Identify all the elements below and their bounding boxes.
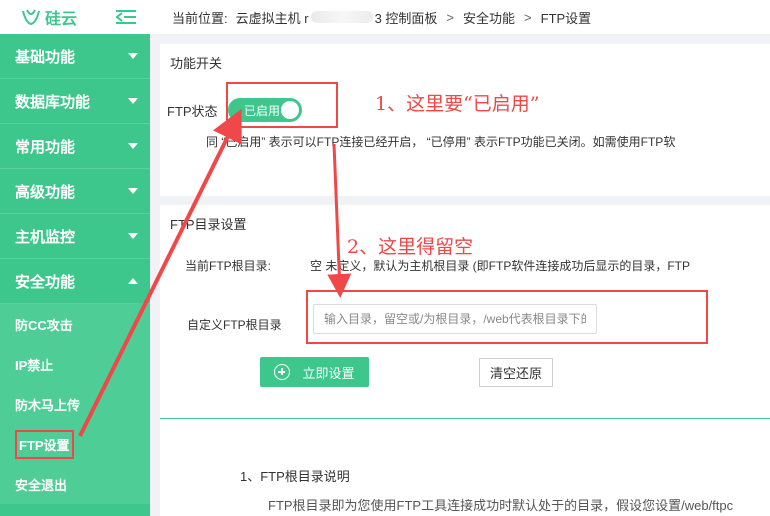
button-label: 清空还原 (489, 366, 542, 381)
submenu-item-label: IP禁止 (15, 357, 54, 373)
breadcrumb: 当前位置: 云虚拟主机 r 3 控制面板 > 安全功能 > FTP设置 (150, 0, 770, 34)
logo[interactable]: 硅云 (20, 5, 77, 29)
menu-item-label: 主机监控 (15, 228, 76, 246)
sidebar: 硅云 基础功能 数据库功能 常用功能 高级功能 主机监控 安全功能 防CC攻击 (0, 0, 150, 516)
menu-collapse-icon[interactable] (116, 9, 136, 25)
menu-item-label: 常用功能 (15, 138, 76, 156)
submenu-item-label: 防木马上传 (15, 397, 81, 413)
sidebar-header: 硅云 (0, 0, 150, 34)
submenu-item-label: 安全退出 (15, 477, 68, 493)
submenu-item-label: 防CC攻击 (15, 317, 73, 333)
breadcrumb-item-ftp: FTP设置 (540, 10, 592, 26)
menu-item-monitor[interactable]: 主机监控 (0, 214, 150, 259)
submenu-item-ftp-settings[interactable]: FTP设置 (0, 424, 150, 464)
ftp-root-value: 空 未定义，默认为主机根目录 (即FTP软件连接成功后显示的目录，FTP (310, 259, 690, 273)
menu-item-advanced[interactable]: 高级功能 (0, 169, 150, 214)
caret-down-icon (128, 188, 138, 194)
breadcrumb-item-host[interactable]: 云虚拟主机 r (236, 8, 309, 27)
menu-item-label: 基础功能 (15, 48, 76, 66)
caret-down-icon (128, 98, 138, 104)
breadcrumb-separator: > (446, 9, 455, 25)
caret-down-icon (128, 143, 138, 149)
ftp-status-label: FTP状态 (167, 104, 218, 119)
help-text: FTP根目录即为您使用FTP工具连接成功时默认处于的目录，假设您设置/web/f… (268, 498, 734, 513)
annotation-highlight-input (306, 290, 708, 344)
status-note: 同 “已启用” 表示可以FTP连接已经开启， “已停用” 表示FTP功能已关闭。… (206, 135, 676, 149)
breadcrumb-prefix: 当前位置: (172, 10, 228, 26)
menu-item-label: 数据库功能 (15, 93, 91, 111)
security-submenu: 防CC攻击 IP禁止 防木马上传 FTP设置 安全退出 (0, 304, 150, 504)
custom-root-label: 自定义FTP根目录 (187, 318, 282, 332)
apply-settings-button[interactable]: 立即设置 (260, 357, 369, 387)
menu-item-database[interactable]: 数据库功能 (0, 79, 150, 124)
submenu-item-logout[interactable]: 安全退出 (0, 464, 150, 504)
reset-button[interactable]: 清空还原 (479, 358, 553, 387)
panel-title: FTP目录设置 (170, 217, 247, 232)
breadcrumb-item-security[interactable]: 安全功能 (463, 8, 515, 27)
submenu-item-anti-cc[interactable]: 防CC攻击 (0, 304, 150, 344)
caret-down-icon (128, 233, 138, 239)
menu-item-label: 高级功能 (15, 183, 76, 201)
panel-title: 功能开关 (170, 56, 223, 71)
redacted-blur (310, 11, 373, 23)
submenu-item-anti-trojan[interactable]: 防木马上传 (0, 384, 150, 424)
annotation-step-2: 2、这里得留空 (347, 236, 474, 258)
caret-up-icon (128, 278, 138, 284)
breadcrumb-separator: > (524, 9, 532, 25)
caret-down-icon (128, 53, 138, 59)
menu-item-basic[interactable]: 基础功能 (0, 34, 150, 79)
logo-leaf-icon (22, 9, 40, 26)
menu-item-security[interactable]: 安全功能 (0, 259, 150, 304)
logo-text: 硅云 (45, 11, 78, 28)
annotation-step-1: 1、这里要“已启用” (375, 93, 540, 115)
menu-item-label: 安全功能 (15, 273, 76, 291)
button-label: 立即设置 (302, 365, 355, 381)
section-divider (160, 418, 770, 419)
plus-circle-icon (274, 364, 291, 380)
submenu-item-label: FTP设置 (15, 429, 74, 459)
main-content: 当前位置: 云虚拟主机 r 3 控制面板 > 安全功能 > FTP设置 功能开关… (150, 0, 770, 516)
menu-item-common[interactable]: 常用功能 (0, 124, 150, 169)
breadcrumb-item-panel[interactable]: 3 控制面板 (375, 8, 438, 27)
help-heading: 1、FTP根目录说明 (240, 469, 350, 484)
annotation-highlight-toggle (226, 82, 338, 128)
ftp-root-label: 当前FTP根目录: (185, 259, 271, 273)
submenu-item-ip-ban[interactable]: IP禁止 (0, 344, 150, 384)
